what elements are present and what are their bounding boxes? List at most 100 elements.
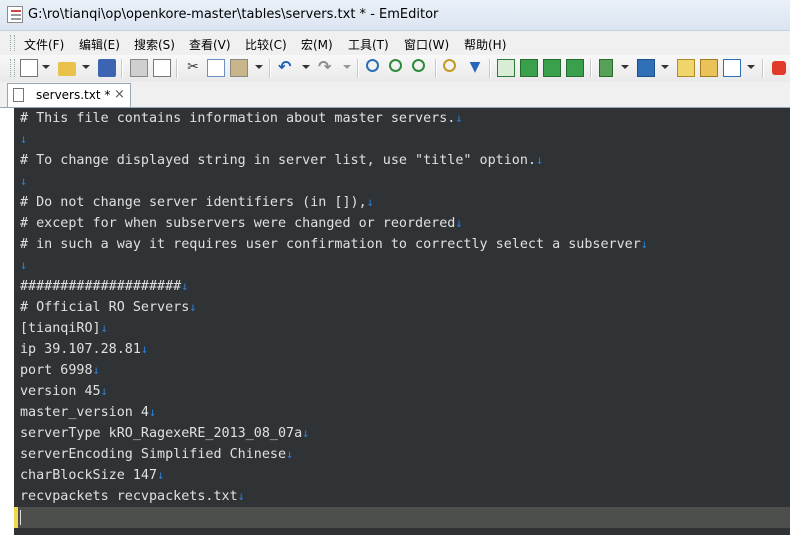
menu-window[interactable]: 窗口(W) xyxy=(404,36,449,53)
separator xyxy=(357,59,358,78)
redo-icon[interactable]: ↷ xyxy=(318,59,336,77)
toolbar-grip[interactable] xyxy=(10,59,15,77)
menu-macros[interactable]: 宏(M) xyxy=(301,36,333,53)
new-file-icon[interactable] xyxy=(20,59,38,77)
text-line: # Official RO Servers↓ xyxy=(20,297,197,317)
new-dropdown-icon[interactable] xyxy=(42,65,50,69)
check-dropdown-icon[interactable] xyxy=(747,65,755,69)
text-line: ####################↓ xyxy=(20,276,188,296)
mark-icon[interactable] xyxy=(497,59,515,77)
line-text: # This file contains information about m… xyxy=(20,111,456,126)
line-text: # Do not change server identifiers (in [… xyxy=(20,195,367,210)
eol-mark: ↓ xyxy=(640,237,648,251)
print-icon[interactable] xyxy=(130,59,148,77)
separator xyxy=(489,59,490,78)
eol-mark: ↓ xyxy=(237,489,245,503)
stop-icon[interactable] xyxy=(772,61,786,75)
find-in-files-icon[interactable] xyxy=(443,59,456,72)
app-icon[interactable] xyxy=(7,6,23,23)
text-line: version 45↓ xyxy=(20,381,108,401)
redo-dropdown-icon[interactable] xyxy=(343,65,351,69)
cut-icon[interactable]: ✂ xyxy=(184,59,202,77)
line-text: # To change displayed string in server l… xyxy=(20,153,536,168)
eol-mark: ↓ xyxy=(20,258,28,272)
config-dropdown-icon[interactable] xyxy=(621,65,629,69)
text-line: serverEncoding Simplified Chinese↓ xyxy=(20,444,293,464)
separator xyxy=(590,59,591,78)
eol-mark: ↓ xyxy=(20,132,28,146)
line-text: version 45 xyxy=(20,384,101,399)
line-text: port 6998 xyxy=(20,363,93,378)
eol-mark: ↓ xyxy=(189,300,197,314)
eol-mark: ↓ xyxy=(100,321,108,335)
menu-search[interactable]: 搜索(S) xyxy=(134,36,175,53)
title-bar: G:\ro\tianqi\op\openkore-master\tables\s… xyxy=(0,0,790,31)
outline-dropdown-icon[interactable] xyxy=(661,65,669,69)
line-text: # in such a way it requires user confirm… xyxy=(20,237,641,252)
menu-edit[interactable]: 编辑(E) xyxy=(79,36,120,53)
paste-icon[interactable] xyxy=(230,59,248,77)
print-preview-icon[interactable] xyxy=(153,59,171,77)
find-next-icon[interactable] xyxy=(389,59,402,72)
text-line: # To change displayed string in server l… xyxy=(20,150,543,170)
tab-label: servers.txt * xyxy=(36,88,111,102)
open-folder-icon[interactable] xyxy=(58,62,76,76)
menu-grip[interactable] xyxy=(10,35,15,51)
text-line: ↓ xyxy=(20,129,27,149)
line-text: charBlockSize 147 xyxy=(20,468,158,483)
menu-file[interactable]: 文件(F) xyxy=(24,36,64,53)
separator xyxy=(121,59,122,78)
open-dropdown-icon[interactable] xyxy=(82,65,90,69)
filter-icon[interactable]: ▼ xyxy=(466,59,484,77)
eol-mark: ↓ xyxy=(366,195,374,209)
text-line: master_version 4↓ xyxy=(20,402,156,422)
sync-icon[interactable] xyxy=(566,59,584,77)
wrap-icon[interactable] xyxy=(520,59,538,77)
close-icon[interactable]: × xyxy=(114,87,125,102)
find-prev-icon[interactable] xyxy=(412,59,425,72)
menu-tools[interactable]: 工具(T) xyxy=(348,36,389,53)
menu-bar: 文件(F) 编辑(E) 搜索(S) 查看(V) 比较(C) 宏(M) 工具(T)… xyxy=(0,31,790,55)
config-icon[interactable] xyxy=(599,59,613,77)
eol-mark: ↓ xyxy=(20,174,28,188)
save-icon[interactable] xyxy=(98,59,116,77)
text-line: # except for when subservers were change… xyxy=(20,213,463,233)
find-icon[interactable] xyxy=(366,59,379,72)
eol-mark: ↓ xyxy=(535,153,544,167)
menu-help[interactable]: 帮助(H) xyxy=(464,36,506,53)
text-line: serverType kRO_RagexeRE_2013_08_07a↓ xyxy=(20,423,309,443)
undo-icon[interactable]: ↶ xyxy=(278,59,296,77)
line-text: ip 39.107.28.81 xyxy=(20,342,141,357)
toolbar: ✂ ↶ ↷ ▼ xyxy=(0,55,790,83)
line-text: [tianqiRO] xyxy=(20,321,101,336)
text-line: # This file contains information about m… xyxy=(20,108,463,128)
editor-area[interactable]: # This file contains information about m… xyxy=(0,108,790,535)
check-icon[interactable] xyxy=(723,59,741,77)
current-line-marker xyxy=(14,507,18,528)
window-title: G:\ro\tianqi\op\openkore-master\tables\s… xyxy=(28,7,439,22)
eol-mark: ↓ xyxy=(455,216,463,230)
eol-mark: ↓ xyxy=(181,279,189,293)
paste-dropdown-icon[interactable] xyxy=(255,65,263,69)
line-text: # except for when subservers were change… xyxy=(20,216,456,231)
line-text: serverType kRO_RagexeRE_2013_08_07a xyxy=(20,426,303,441)
line-margin[interactable] xyxy=(0,108,14,535)
text-line: [tianqiRO]↓ xyxy=(20,318,108,338)
menu-view[interactable]: 查看(V) xyxy=(189,36,231,53)
current-line-highlight xyxy=(14,507,790,528)
eol-mark: ↓ xyxy=(92,363,100,377)
line-text: serverEncoding Simplified Chinese xyxy=(20,447,287,462)
refresh-icon[interactable] xyxy=(543,59,561,77)
tab-servers-txt[interactable]: servers.txt * × xyxy=(7,83,131,107)
line-text: #################### xyxy=(20,279,182,294)
tools-icon[interactable] xyxy=(700,59,718,77)
line-text: recvpackets recvpackets.txt xyxy=(20,489,238,504)
copy-icon[interactable] xyxy=(207,59,225,77)
eol-mark: ↓ xyxy=(302,426,310,440)
menu-compare[interactable]: 比较(C) xyxy=(245,36,287,53)
text-line: ip 39.107.28.81↓ xyxy=(20,339,148,359)
outline-icon[interactable] xyxy=(637,59,655,77)
customize-icon[interactable] xyxy=(677,59,695,77)
eol-mark: ↓ xyxy=(286,447,294,461)
undo-dropdown-icon[interactable] xyxy=(302,65,310,69)
